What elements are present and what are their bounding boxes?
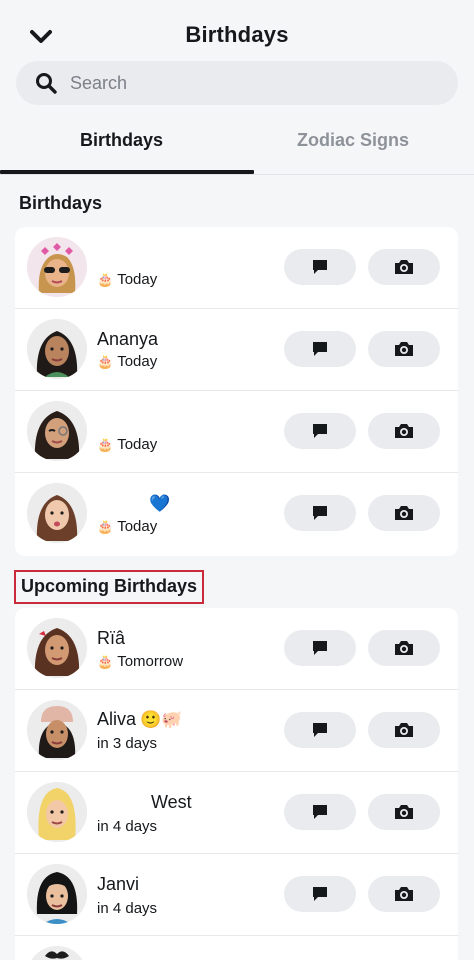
blue-heart-icon: 💙	[149, 494, 171, 513]
birthday-when-text: Today	[117, 353, 158, 370]
divider	[0, 174, 474, 175]
chat-button[interactable]	[284, 630, 356, 666]
upcoming-row[interactable]: Janvi in 4 days	[15, 854, 458, 936]
camera-icon	[395, 805, 413, 819]
tab-zodiac-signs[interactable]: Zodiac Signs	[297, 130, 409, 151]
camera-button[interactable]	[368, 630, 440, 666]
chat-button[interactable]	[284, 495, 356, 531]
birthday-when: in 4 days	[97, 900, 157, 917]
birthday-when-text: Today	[117, 436, 158, 453]
tab-birthdays[interactable]: Birthdays	[80, 130, 163, 151]
camera-icon	[395, 723, 413, 737]
avatar[interactable]	[27, 319, 87, 379]
birthday-when-text: Tomorrow	[117, 653, 184, 670]
birthday-when-text: Today	[117, 518, 158, 535]
friend-name: Aliva 🙂🐖	[97, 709, 183, 729]
chat-button[interactable]	[284, 249, 356, 285]
chat-bubble-icon	[313, 805, 327, 819]
camera-button[interactable]	[368, 495, 440, 531]
camera-icon	[395, 424, 413, 438]
camera-button[interactable]	[368, 331, 440, 367]
birthday-cake-icon: 🎂	[97, 653, 114, 669]
chat-bubble-icon	[313, 723, 327, 737]
search-icon	[34, 71, 58, 95]
chat-bubble-icon	[313, 887, 327, 901]
upcoming-birthdays-card: Rïâ 🎂 Tomorrow Aliva 🙂🐖 in 3 days West i…	[15, 608, 458, 960]
avatar[interactable]	[27, 618, 87, 678]
camera-icon	[395, 342, 413, 356]
birthday-row[interactable]: Ananya 🎂 Today	[15, 309, 458, 391]
birthday-when: 🎂 Today	[97, 353, 157, 370]
chat-bubble-icon	[313, 260, 327, 274]
birthday-row[interactable]: 💙 🎂 Today	[15, 473, 458, 555]
birthday-when: 🎂 Today	[97, 518, 157, 535]
birthday-cake-icon: 🎂	[97, 353, 114, 369]
birthday-cake-icon: 🎂	[97, 436, 114, 452]
birthday-when: 🎂 Today	[97, 436, 157, 453]
chat-bubble-icon	[313, 641, 327, 655]
camera-icon	[395, 260, 413, 274]
camera-button[interactable]	[368, 249, 440, 285]
camera-button[interactable]	[368, 712, 440, 748]
chat-button[interactable]	[284, 876, 356, 912]
avatar[interactable]	[27, 782, 87, 842]
birthday-row[interactable]: 🎂 Today	[15, 227, 458, 309]
birthday-row[interactable]: 🎂 Today	[15, 391, 458, 473]
search-input[interactable]	[68, 71, 432, 95]
chat-button[interactable]	[284, 794, 356, 830]
section-title-upcoming: Upcoming Birthdays	[14, 570, 205, 604]
page-title: Birthdays	[185, 22, 289, 47]
avatar[interactable]	[27, 700, 87, 760]
avatar[interactable]	[27, 237, 87, 297]
friend-name: Ananya	[97, 329, 159, 349]
upcoming-row[interactable]: Aliva 🙂🐖 in 3 days	[15, 690, 458, 772]
camera-icon	[395, 887, 413, 901]
avatar[interactable]	[27, 946, 87, 960]
camera-icon	[395, 641, 413, 655]
friend-name: 💙	[97, 493, 170, 514]
birthday-when-text: in 4 days	[97, 900, 158, 917]
friend-name: Janvi	[97, 874, 140, 894]
birthday-when: 🎂 Today	[97, 271, 157, 288]
birthdays-card: 🎂 Today Ananya 🎂 Today 🎂 Today 💙 🎂 Today	[15, 227, 458, 556]
birthday-when: in 3 days	[97, 735, 157, 752]
birthday-cake-icon: 🎂	[97, 271, 114, 287]
tab-bar: Birthdays Zodiac Signs	[0, 118, 474, 174]
section-title-birthdays: Birthdays	[19, 193, 103, 213]
chat-bubble-icon	[313, 506, 327, 520]
search-bar[interactable]	[16, 61, 458, 105]
birthday-when: in 4 days	[97, 818, 157, 835]
chat-bubble-icon	[313, 424, 327, 438]
avatar[interactable]	[27, 483, 87, 543]
camera-icon	[395, 506, 413, 520]
avatar[interactable]	[27, 864, 87, 924]
upcoming-row[interactable]	[15, 936, 458, 960]
chat-bubble-icon	[313, 342, 327, 356]
camera-button[interactable]	[368, 876, 440, 912]
chat-button[interactable]	[284, 712, 356, 748]
birthday-when: 🎂 Tomorrow	[97, 653, 183, 670]
chat-button[interactable]	[284, 413, 356, 449]
upcoming-row[interactable]: West in 4 days	[15, 772, 458, 854]
avatar[interactable]	[27, 401, 87, 461]
camera-button[interactable]	[368, 794, 440, 830]
friend-name: Rïâ	[97, 628, 126, 648]
chat-button[interactable]	[284, 331, 356, 367]
birthday-when-text: Today	[117, 271, 158, 288]
birthday-when-text: in 4 days	[97, 818, 158, 835]
birthday-cake-icon: 🎂	[97, 518, 114, 534]
camera-button[interactable]	[368, 413, 440, 449]
friend-name: West	[151, 792, 192, 812]
birthday-when-text: in 3 days	[97, 735, 158, 752]
upcoming-row[interactable]: Rïâ 🎂 Tomorrow	[15, 608, 458, 690]
name-emoji: 🙂🐖	[140, 710, 183, 729]
